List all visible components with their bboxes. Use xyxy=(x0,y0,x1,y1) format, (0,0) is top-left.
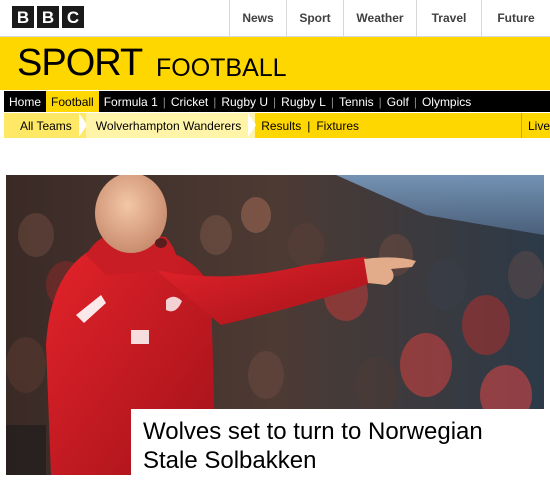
sport-header: SPORT FOOTBALL xyxy=(0,37,550,90)
global-nav-travel[interactable]: Travel xyxy=(416,0,481,36)
global-nav: News Sport Weather Travel Future xyxy=(229,0,550,36)
sport-nav-golf[interactable]: Golf xyxy=(382,91,414,112)
global-nav-weather[interactable]: Weather xyxy=(343,0,416,36)
headline-panel: Wolves set to turn to Norwegian Stale So… xyxy=(131,409,550,479)
image-credit: AP xyxy=(6,451,8,463)
bbc-logo-letter-c: C xyxy=(62,6,84,28)
sport-nav-tennis[interactable]: Tennis xyxy=(334,91,379,112)
chevron-right-icon xyxy=(248,113,257,137)
subnav-live[interactable]: Live xyxy=(520,113,550,138)
bbc-global-header: B B C News Sport Weather Travel Future xyxy=(0,0,550,37)
sport-nav-cricket[interactable]: Cricket xyxy=(166,91,213,112)
subnav-fixtures[interactable]: Fixtures xyxy=(310,113,365,138)
sport-nav-rugby-union[interactable]: Rugby U xyxy=(216,91,273,112)
global-nav-sport[interactable]: Sport xyxy=(286,0,343,36)
sport-nav-olympics[interactable]: Olympics xyxy=(417,91,476,112)
subnav-results[interactable]: Results xyxy=(255,113,307,138)
subnav-team-wolves[interactable]: Wolverhampton Wanderers xyxy=(85,113,257,138)
bbc-logo[interactable]: B B C xyxy=(12,6,84,28)
subnav-all-teams-label: All Teams xyxy=(20,118,72,133)
sport-nav-rugby-league[interactable]: Rugby L xyxy=(276,91,331,112)
global-nav-news[interactable]: News xyxy=(229,0,286,36)
bbc-logo-letter-b2: B xyxy=(37,6,59,28)
subnav-team-label: Wolverhampton Wanderers xyxy=(95,118,242,133)
sport-title[interactable]: SPORT xyxy=(17,41,143,85)
global-nav-future[interactable]: Future xyxy=(481,0,550,36)
sport-nav: Home Football Formula 1 | Cricket | Rugb… xyxy=(4,91,550,112)
sport-nav-formula-1[interactable]: Formula 1 xyxy=(99,91,163,112)
section-title: FOOTBALL xyxy=(156,54,287,82)
sport-nav-home[interactable]: Home xyxy=(4,91,46,112)
sport-nav-football[interactable]: Football xyxy=(46,91,99,112)
football-subnav: All Teams Wolverhampton Wanderers Result… xyxy=(4,113,550,138)
bbc-logo-letter-b1: B xyxy=(12,6,34,28)
subnav-all-teams[interactable]: All Teams xyxy=(4,113,87,138)
story-headline[interactable]: Wolves set to turn to Norwegian Stale So… xyxy=(143,417,543,475)
